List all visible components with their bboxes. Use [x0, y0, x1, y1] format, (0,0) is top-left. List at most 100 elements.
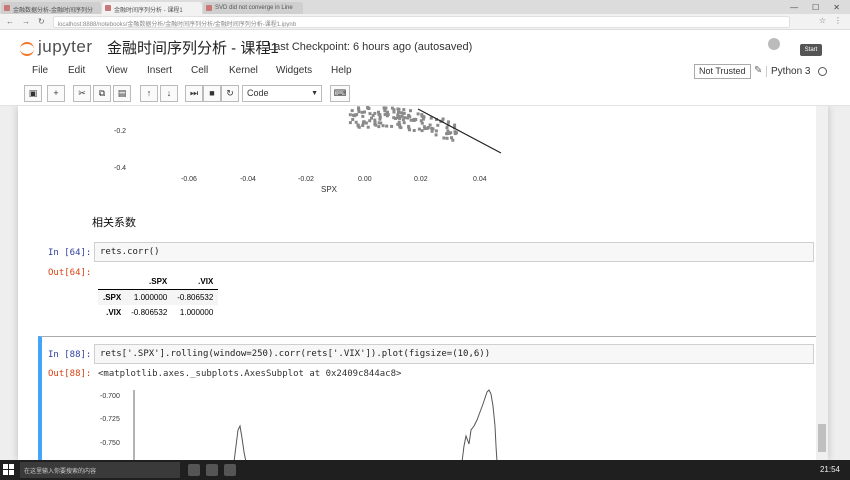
notebook-toolbar: ▣ + ✂ ⧉ ▤ ↑ ↓ ⏭ ■ ↻ Code ▼ ⌨	[0, 82, 850, 106]
x-tick-label: -0.06	[181, 176, 197, 183]
bookmark-icon[interactable]: ☆	[819, 16, 826, 25]
browser-tab[interactable]: SVD did not converge in Line	[203, 2, 303, 14]
out-prompt: Out[88]:	[48, 369, 92, 379]
menu-icon[interactable]: ⋮	[834, 16, 842, 25]
logout-button[interactable]: Start	[800, 44, 822, 56]
menu-help[interactable]: Help	[331, 65, 352, 76]
scatter-point	[373, 118, 377, 122]
scatter-point	[354, 120, 358, 124]
table-row: .VIX -0.806532 1.000000	[98, 305, 218, 320]
restart-icon[interactable]: ↻	[221, 85, 239, 102]
reload-icon[interactable]: ↻	[38, 17, 45, 26]
x-tick-label: -0.02	[298, 176, 314, 183]
save-icon[interactable]: ▣	[24, 85, 42, 102]
taskbar: 在这里输入你要搜索的内容 21:54	[0, 460, 850, 480]
scatter-point	[403, 116, 407, 120]
checkpoint-status: Last Checkpoint: 6 hours ago (autosaved)	[268, 41, 473, 53]
scatter-point	[368, 112, 372, 116]
tab-favicon-icon	[4, 5, 10, 11]
scatter-point	[356, 123, 360, 127]
move-up-icon[interactable]: ↑	[140, 85, 158, 102]
scatter-point	[419, 119, 423, 123]
forward-icon[interactable]: →	[22, 17, 30, 26]
window-controls: — ☐ ✕	[790, 0, 850, 14]
scatter-point	[378, 113, 382, 117]
command-palette-icon[interactable]: ⌨	[330, 85, 350, 102]
markdown-heading: 相关系数	[92, 217, 136, 229]
jupyter-logo-text: jupyter	[38, 37, 93, 56]
correlation-table: .SPX .VIX .SPX 1.000000 -0.806532 .VIX -…	[98, 274, 219, 320]
paste-icon[interactable]: ▤	[113, 85, 131, 102]
browser-tab-active[interactable]: 金融时间序列分析 - 课程1	[102, 2, 202, 14]
scatter-point	[402, 108, 406, 112]
menu-kernel[interactable]: Kernel	[229, 65, 258, 76]
scatter-point	[384, 106, 388, 110]
scatter-point	[449, 131, 453, 135]
taskbar-search-input[interactable]: 在这里输入你要搜索的内容	[20, 462, 180, 478]
maximize-icon[interactable]: ☐	[812, 3, 819, 12]
output-text: <matplotlib.axes._subplots.AxesSubplot a…	[98, 369, 402, 379]
scatter-point	[396, 107, 400, 111]
x-tick-label: 0.02	[414, 176, 428, 183]
explorer-app-icon[interactable]	[224, 464, 236, 476]
cut-icon[interactable]: ✂	[73, 85, 91, 102]
move-down-icon[interactable]: ↓	[160, 85, 178, 102]
x-tick-label: 0.04	[473, 176, 487, 183]
menu-bar: File Edit View Insert Cell Kernel Widget…	[0, 62, 850, 82]
column-header: .SPX	[149, 277, 168, 286]
code-input[interactable]: rets.corr()	[94, 242, 814, 262]
menu-file[interactable]: File	[32, 65, 48, 76]
scatter-point	[445, 136, 449, 140]
scatter-point	[442, 136, 446, 140]
menu-insert[interactable]: Insert	[147, 65, 172, 76]
trust-button[interactable]: Not Trusted	[694, 64, 751, 79]
table-cell: 1.000000	[133, 293, 168, 302]
browser-tab-bar: 金融数据分析-金融时间序列分 金融时间序列分析 - 课程1 SVD did no…	[0, 0, 850, 14]
minimize-icon[interactable]: —	[790, 3, 798, 12]
browser-tab[interactable]: 金融数据分析-金融时间序列分	[1, 2, 101, 14]
add-cell-icon[interactable]: +	[47, 85, 65, 102]
copy-icon[interactable]: ⧉	[93, 85, 111, 102]
cell-type-select[interactable]: Code ▼	[242, 85, 322, 102]
scatter-point	[420, 129, 424, 133]
code-input[interactable]: rets['.SPX'].rolling(window=250).corr(re…	[94, 344, 814, 364]
scatter-point	[370, 116, 373, 120]
menu-cell[interactable]: Cell	[191, 65, 208, 76]
menu-widgets[interactable]: Widgets	[276, 65, 312, 76]
menu-view[interactable]: View	[106, 65, 128, 76]
scatter-point	[396, 113, 400, 117]
scatter-point	[447, 120, 450, 124]
notebook-title[interactable]: 金融时间序列分析 - 课程1	[107, 37, 279, 58]
scatter-point	[406, 116, 410, 120]
scatter-point	[416, 112, 420, 116]
table-row: .SPX 1.000000 -0.806532	[98, 289, 219, 305]
scatter-point	[445, 132, 449, 136]
scatter-point	[417, 127, 421, 131]
tab-favicon-icon	[105, 5, 111, 11]
scatter-point	[368, 119, 372, 123]
task-view-icon[interactable]	[188, 464, 200, 476]
scatter-point	[392, 110, 396, 114]
edit-pencil-icon[interactable]: ✎	[754, 65, 762, 76]
run-icon[interactable]: ⏭	[185, 85, 203, 102]
jupyter-logo[interactable]: jupyter	[20, 37, 93, 57]
regression-line	[417, 108, 502, 154]
back-icon[interactable]: ←	[6, 17, 14, 26]
scrollbar[interactable]	[816, 106, 828, 460]
url-input[interactable]: localhost:8888/notebooks/金融数据分析/金融时间序列分析…	[52, 15, 790, 28]
scatter-point	[445, 126, 449, 130]
table-header-row: .SPX .VIX	[98, 274, 219, 290]
notebook-page: -0.2 -0.4 -0.06 -0.04 -0.02 0.00 0.02 0.…	[18, 106, 828, 460]
scatter-point	[384, 112, 388, 116]
scatter-point	[398, 117, 402, 121]
scatter-point	[357, 110, 361, 114]
close-icon[interactable]: ✕	[833, 3, 840, 12]
table-cell: -0.806532	[177, 293, 214, 302]
interrupt-icon[interactable]: ■	[203, 85, 221, 102]
windows-start-icon[interactable]	[3, 464, 15, 476]
table-cell: 1.000000	[179, 308, 214, 317]
in-prompt: In [64]:	[48, 248, 92, 258]
menu-edit[interactable]: Edit	[68, 65, 85, 76]
browser-app-icon[interactable]	[206, 464, 218, 476]
scroll-thumb[interactable]	[818, 424, 826, 452]
